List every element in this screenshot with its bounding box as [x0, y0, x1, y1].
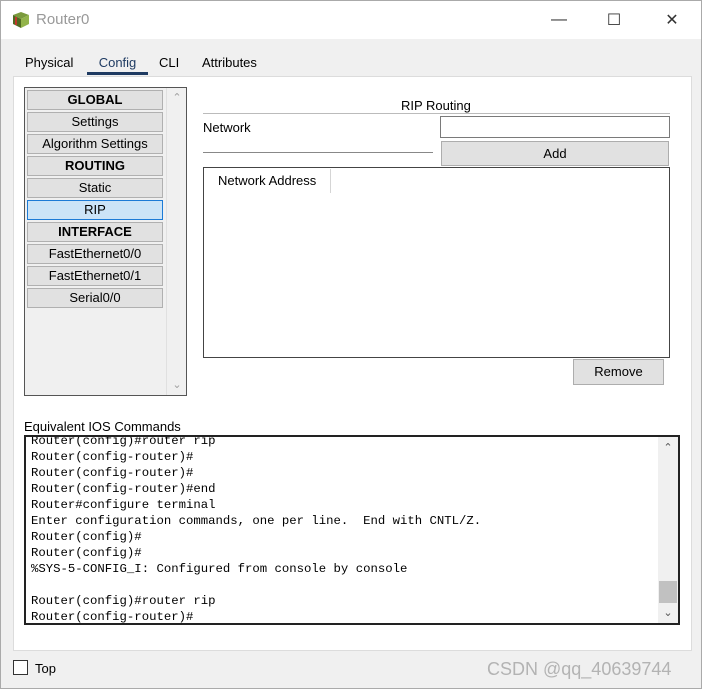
sidebar-item-settings[interactable]: Settings [27, 112, 163, 132]
top-checkbox[interactable] [13, 660, 28, 675]
console-output: Router(config)#router rip Router(config-… [31, 435, 482, 624]
title-bar: Router0 — ☐ ✕ [1, 1, 701, 39]
sidebar-item-fastethernet0-0[interactable]: FastEthernet0/0 [27, 244, 163, 264]
tab-attributes[interactable]: Attributes [202, 51, 257, 75]
sidebar-header-global: GLOBAL [27, 90, 163, 110]
rip-routing-title: RIP Routing [401, 98, 471, 113]
router-window: Router0 — ☐ ✕ Physical Config CLI Attrib… [0, 0, 702, 689]
console-scrollbar[interactable]: ⌃ ⌄ [658, 437, 678, 623]
top-label: Top [35, 661, 56, 676]
remove-button[interactable]: Remove [573, 359, 664, 385]
divider [203, 152, 433, 153]
sidebar-header-interface: INTERFACE [27, 222, 163, 242]
close-button[interactable]: ✕ [644, 1, 700, 39]
sidebar-item-serial0-0[interactable]: Serial0/0 [27, 288, 163, 308]
window-title: Router0 [36, 11, 90, 28]
add-button[interactable]: Add [441, 141, 669, 166]
tab-config[interactable]: Config [87, 51, 148, 75]
network-input[interactable] [440, 116, 670, 138]
ios-commands-label: Equivalent IOS Commands [24, 419, 181, 434]
sidebar-scrollbar[interactable]: ⌃ ⌄ [166, 88, 186, 395]
network-label: Network [203, 120, 251, 135]
divider [203, 113, 670, 114]
config-sidebar: GLOBAL Settings Algorithm Settings ROUTI… [24, 87, 187, 396]
sidebar-header-routing: ROUTING [27, 156, 163, 176]
sidebar-item-rip[interactable]: RIP [27, 200, 163, 220]
sidebar-item-algorithm-settings[interactable]: Algorithm Settings [27, 134, 163, 154]
sidebar-item-fastethernet0-1[interactable]: FastEthernet0/1 [27, 266, 163, 286]
router-app-icon [13, 12, 29, 28]
ios-commands-console[interactable]: Router(config)#router rip Router(config-… [24, 435, 680, 625]
chevron-down-icon[interactable]: ⌄ [171, 379, 183, 391]
sidebar-item-static[interactable]: Static [27, 178, 163, 198]
chevron-down-icon[interactable]: ⌄ [662, 607, 674, 619]
network-address-list[interactable]: Network Address [203, 167, 670, 358]
chevron-up-icon[interactable]: ⌃ [662, 442, 674, 454]
tab-cli[interactable]: CLI [159, 51, 179, 75]
scroll-thumb[interactable] [659, 581, 677, 603]
watermark: CSDN @qq_40639744 [487, 659, 672, 679]
network-address-column-header[interactable]: Network Address [205, 169, 331, 193]
minimize-button[interactable]: — [531, 1, 587, 39]
chevron-up-icon[interactable]: ⌃ [171, 92, 183, 104]
maximize-button[interactable]: ☐ [586, 1, 642, 39]
tab-physical[interactable]: Physical [25, 51, 73, 75]
